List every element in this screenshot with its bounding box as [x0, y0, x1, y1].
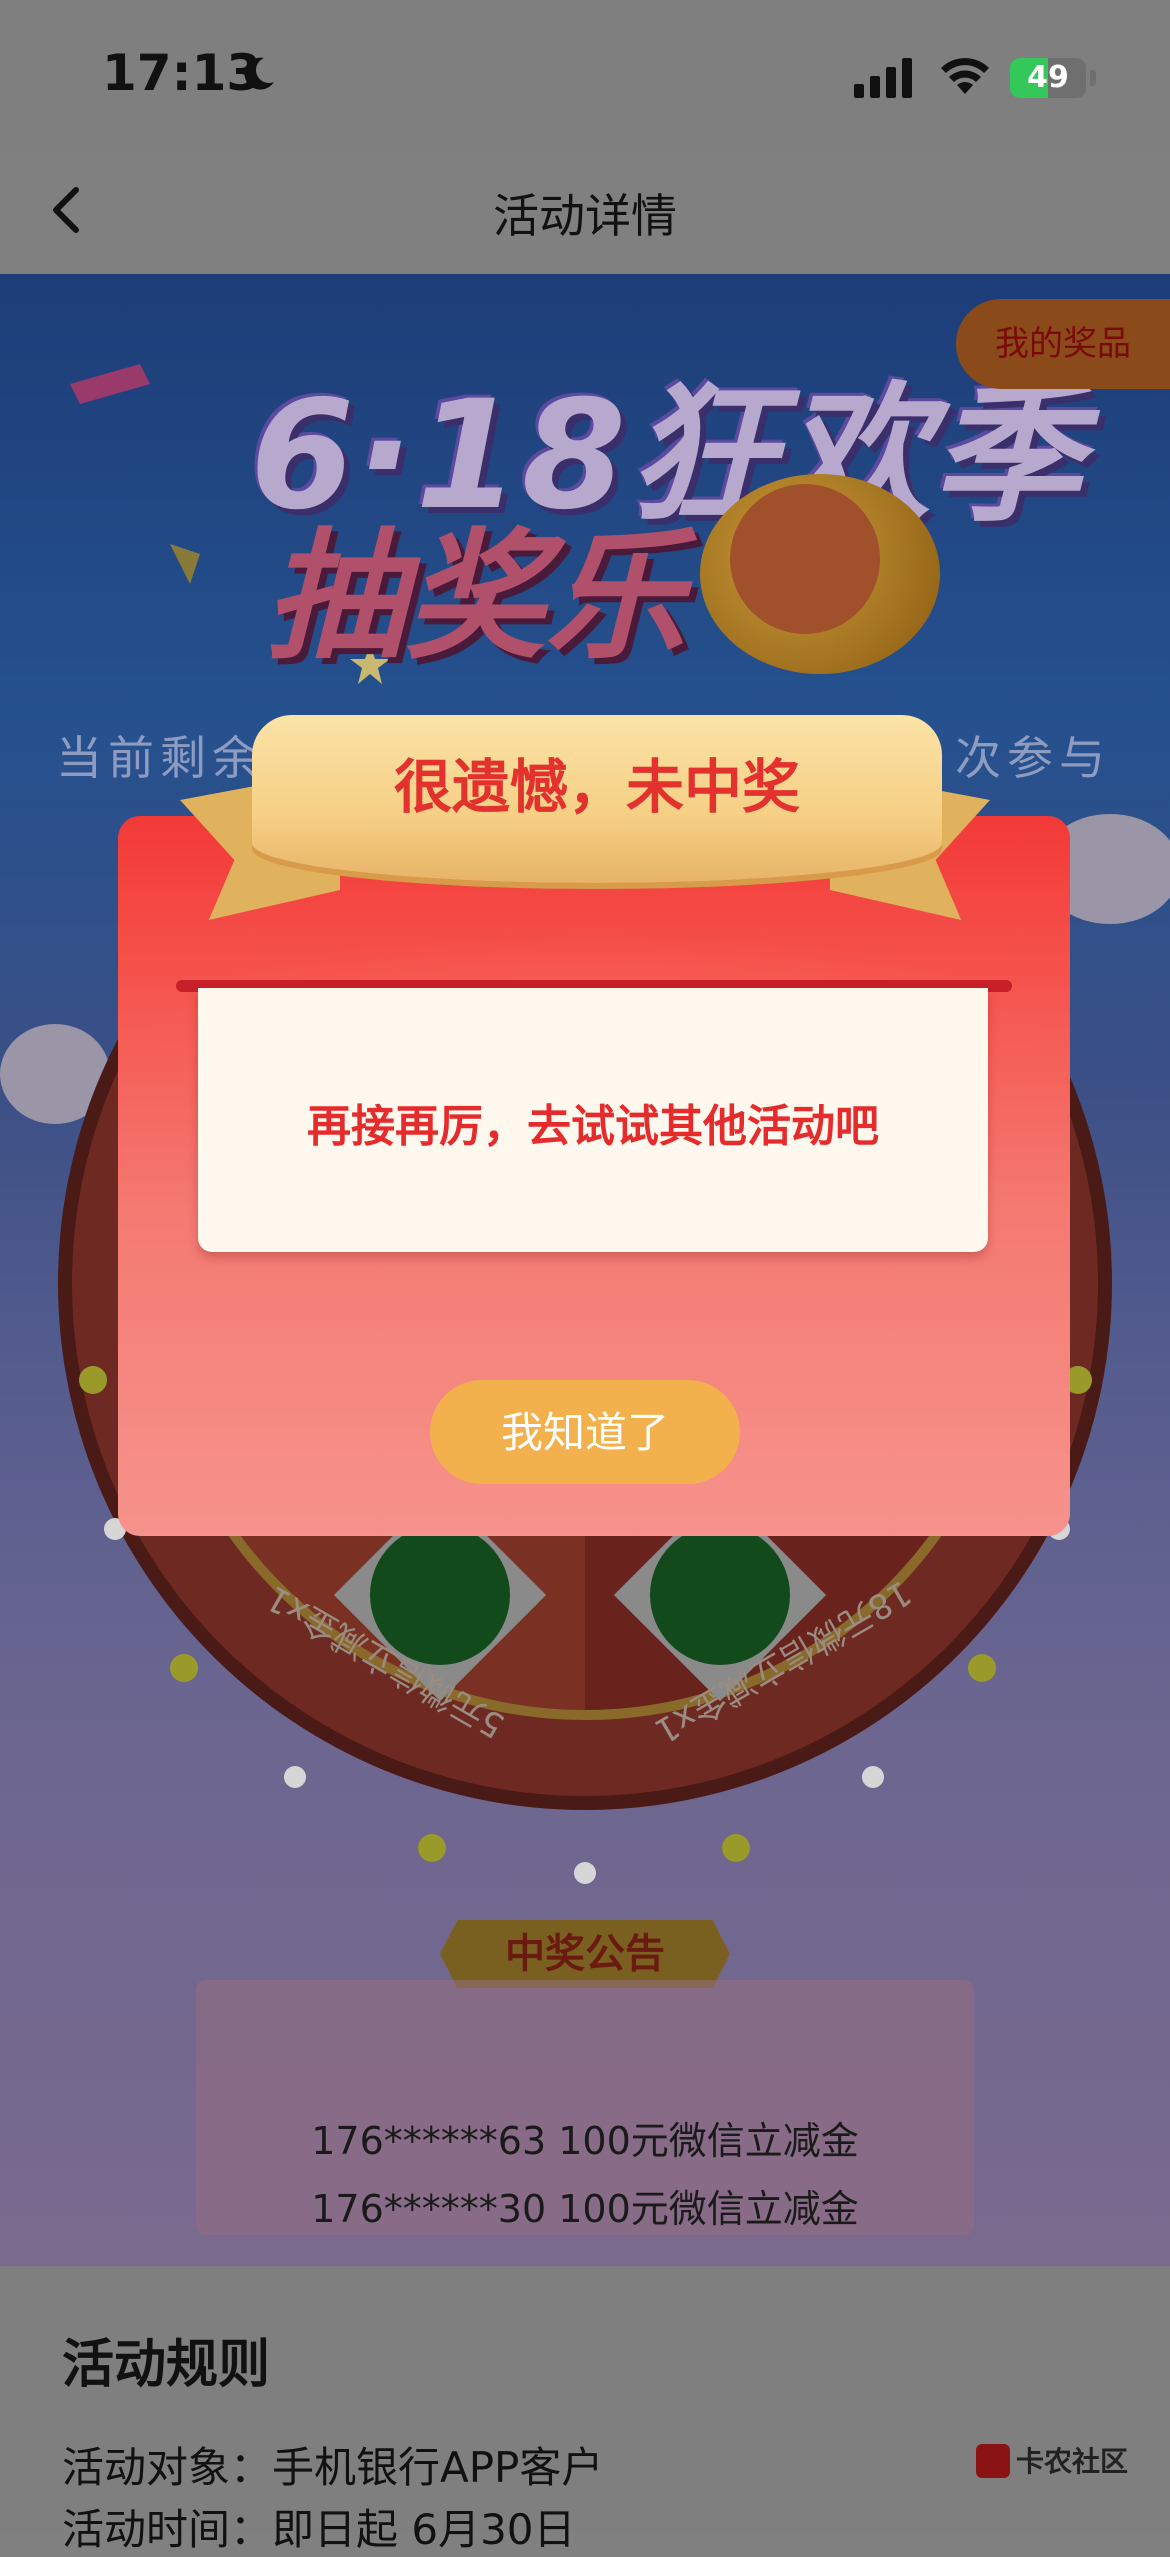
dialog-title: 很遗憾，未中奖: [393, 753, 800, 821]
wheel-light: [862, 1766, 884, 1788]
nav-bar: 活动详情: [0, 150, 1170, 275]
wheel-light: [284, 1766, 306, 1788]
wheel-light: [79, 1366, 107, 1394]
rules-target: 活动对象：手机银行APP客户: [62, 2443, 604, 2492]
battery-icon: 49: [1010, 58, 1086, 98]
event-title-line2: 抽奖乐: [265, 516, 686, 679]
rules-title: 活动规则: [62, 2335, 271, 2395]
announcement-title: 中奖公告: [505, 1931, 665, 1977]
wheel-light: [968, 1654, 996, 1682]
page-title: 活动详情: [493, 189, 677, 243]
announcement-item: 176******30 100元微信立减金: [311, 2187, 859, 2231]
cellular-signal-icon: [854, 58, 912, 98]
my-prizes-button[interactable]: 我的奖品: [956, 299, 1170, 389]
wheel-light: [418, 1834, 446, 1862]
confetti-decoration: [70, 364, 150, 404]
rules-section: 活动规则 活动对象：手机银行APP客户 活动时间：即日起 6月30日: [0, 2266, 1170, 2554]
battery-cap: [1090, 70, 1096, 86]
acknowledge-button[interactable]: 我知道了: [430, 1380, 740, 1484]
wheel-light: [170, 1654, 198, 1682]
rules-time: 活动时间：即日起 6月30日: [62, 2505, 576, 2554]
dialog-message: 再接再厉，去试试其他活动吧: [307, 1101, 879, 1152]
wheel-light: [574, 1862, 596, 1884]
confetti-decoration: [170, 544, 200, 584]
battery-level: 49: [1027, 60, 1069, 95]
announcement-item: 176******63 100元微信立减金: [311, 2119, 859, 2163]
gift-ball-inner: [730, 484, 880, 634]
wheel-light: [722, 1834, 750, 1862]
remaining-chances-left-text: 当前剩余: [56, 731, 264, 785]
cloud-decoration: [0, 1024, 110, 1124]
wifi-icon: [941, 58, 989, 94]
status-bar: 17:13 49: [0, 0, 1170, 150]
moon-icon: [244, 57, 274, 90]
watermark-text: 卡农社区: [1016, 2445, 1129, 2478]
remaining-chances-right-text: 次参与: [955, 731, 1111, 785]
watermark-logo-icon: [976, 2444, 1010, 2478]
